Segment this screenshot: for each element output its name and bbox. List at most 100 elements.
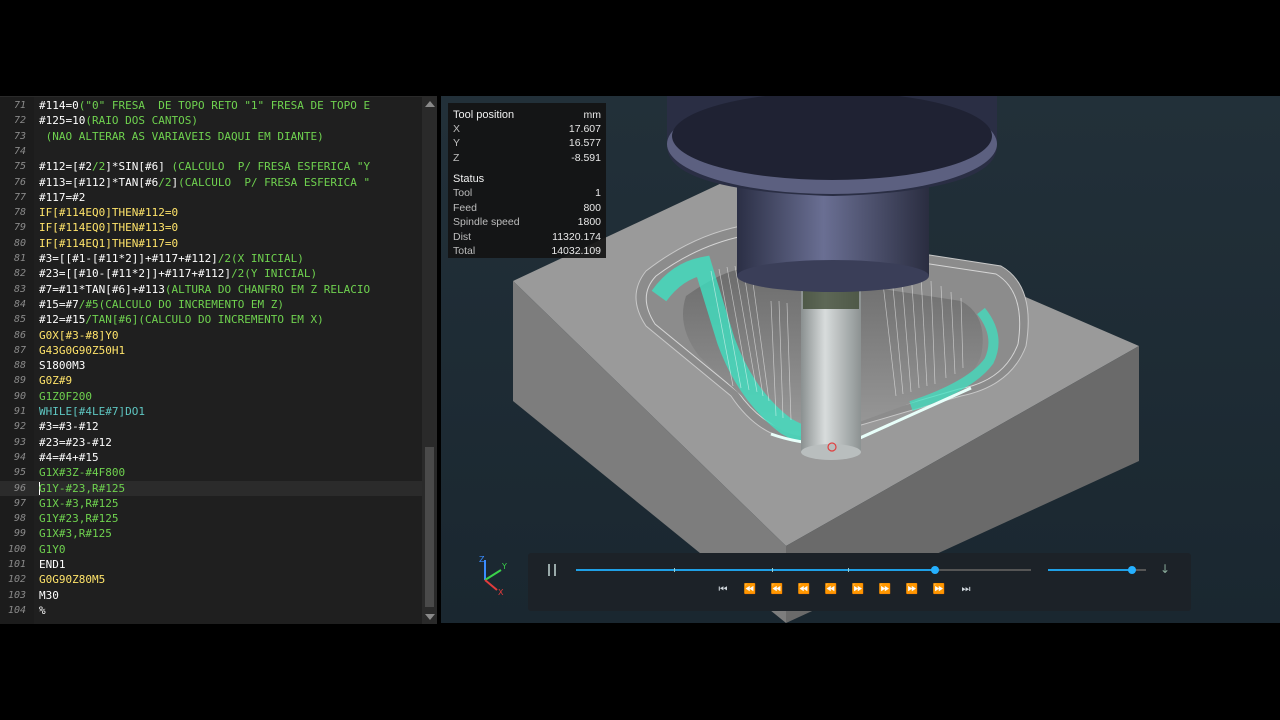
line-number: 98 xyxy=(13,513,26,525)
code-token: M30 xyxy=(39,588,59,602)
line-number: 78 xyxy=(13,207,26,219)
line-number: 92 xyxy=(13,421,26,433)
spindle-speed-label: Spindle speed xyxy=(453,216,520,228)
line-code: #7=#11*TAN[#6]+#113(ALTURA DO CHANFRO EM… xyxy=(39,282,370,297)
scrollbar-thumb[interactable] xyxy=(425,447,434,607)
rewind-icon[interactable]: ⏪ xyxy=(821,583,841,597)
code-line[interactable]: 79 IF[#114EQ0]THEN#113=0 xyxy=(0,220,422,235)
code-line[interactable]: 80 IF[#114EQ1]THEN#117=0 xyxy=(0,236,422,251)
line-code: #112=[#2/2]*SIN[#6] (CALCULO P/ FRESA ES… xyxy=(39,159,370,174)
code-line[interactable]: 87 G43G0G90Z50H1 xyxy=(0,343,422,358)
line-number: 84 xyxy=(13,298,26,310)
fast-forward-icon[interactable]: ⏩ xyxy=(848,583,868,597)
code-line[interactable]: 71 #114=0("0" FRESA DE TOPO RETO "1" FRES… xyxy=(0,98,422,113)
rewind-icon[interactable]: ⏪ xyxy=(794,583,814,597)
progress-knob[interactable] xyxy=(931,566,940,574)
progress-tick xyxy=(848,568,849,572)
code-line[interactable]: 77 #117=#2 xyxy=(0,190,422,205)
progress-slider[interactable] xyxy=(576,566,1031,574)
code-line[interactable]: 85 #12=#15/TAN[#6](CALCULO DO INCREMENTO … xyxy=(0,312,422,327)
line-code: (NAO ALTERAR AS VARIAVEIS DAQUI EM DIANT… xyxy=(39,129,324,144)
code-line[interactable]: 91 WHILE[#4LE#7]DO1 xyxy=(0,404,422,419)
code-line[interactable]: 82 #23=[[#10-[#11*2]]+#117+#112]/2(Y INIC… xyxy=(0,266,422,281)
code-line[interactable]: 94 #4=#4+#15 xyxy=(0,450,422,465)
rewind-icon[interactable]: ⏪ xyxy=(740,583,760,597)
3d-viewport[interactable]: Tool position mm X 17.607 Y 16.577 Z -8.… xyxy=(441,96,1280,623)
code-line[interactable]: 103 M30 xyxy=(0,588,422,603)
line-code: G43G0G90Z50H1 xyxy=(39,343,125,358)
code-line[interactable]: 89 G0Z#9 xyxy=(0,373,422,388)
code-token: % xyxy=(39,603,46,617)
code-token: /TAN[#6](CALCULO DO INCREMENTO EM X) xyxy=(85,313,324,327)
skip-end-icon[interactable]: ⏭ xyxy=(956,583,976,597)
code-line[interactable]: 83 #7=#11*TAN[#6]+#113(ALTURA DO CHANFRO … xyxy=(0,282,422,297)
line-code: IF[#114EQ0]THEN#112=0 xyxy=(39,205,178,220)
code-token: G1Y#23,R#125 xyxy=(39,512,119,526)
code-line[interactable]: 84 #15=#7/#5(CALCULO DO INCREMENTO EM Z) xyxy=(0,297,422,312)
code-token: G1Z0F200 xyxy=(39,389,92,403)
axis-x-label: X xyxy=(498,588,504,596)
speed-knob[interactable] xyxy=(1128,566,1137,574)
y-value: 16.577 xyxy=(568,137,601,149)
code-token: #114=0 xyxy=(39,99,79,112)
gcode-editor[interactable]: 71 #114=0("0" FRESA DE TOPO RETO "1" FRES… xyxy=(0,96,437,624)
fast-forward-icon[interactable]: ⏩ xyxy=(929,583,949,597)
code-line[interactable]: 95 G1X#3Z-#4F800 xyxy=(0,465,422,480)
skip-start-icon[interactable]: ⏮ xyxy=(713,583,733,597)
line-number: 96 xyxy=(13,482,26,494)
rewind-icon[interactable]: ⏪ xyxy=(767,583,787,597)
line-code: G1Y#23,R#125 xyxy=(39,511,118,526)
feed-label: Feed xyxy=(453,202,477,214)
dist-label: Dist xyxy=(453,231,472,243)
code-line[interactable]: 72 #125=10(RAIO DOS CANTOS) xyxy=(0,113,422,128)
speed-slider[interactable] xyxy=(1048,566,1146,574)
line-number: 80 xyxy=(13,237,26,249)
code-line[interactable]: 86 G0X[#3-#8]Y0 xyxy=(0,328,422,343)
pause-button[interactable] xyxy=(546,564,558,576)
line-code: G1X#3,R#125 xyxy=(39,526,112,541)
code-token: #3=[[#1-[#11*2]]+#117+#112] xyxy=(39,252,218,265)
code-line[interactable]: 76 #113=[#112]*TAN[#6/2](CALCULO P/ FRESA… xyxy=(0,175,422,190)
status-label: Status xyxy=(453,173,485,185)
code-line[interactable]: 90 G1Z0F200 xyxy=(0,389,422,404)
line-code: #113=[#112]*TAN[#6/2](CALCULO P/ FRESA E… xyxy=(39,175,370,190)
code-line[interactable]: 73 (NAO ALTERAR AS VARIAVEIS DAQUI EM DI… xyxy=(0,129,422,144)
line-code: IF[#114EQ0]THEN#113=0 xyxy=(39,220,178,235)
y-row: Y 16.577 xyxy=(453,136,601,150)
scroll-down-icon[interactable] xyxy=(425,614,435,620)
code-line[interactable]: 88 S1800M3 xyxy=(0,358,422,373)
code-line[interactable]: 98 G1Y#23,R#125 xyxy=(0,511,422,526)
code-line[interactable]: 100 G1Y0 xyxy=(0,542,422,557)
code-line[interactable]: 99 G1X#3,R#125 xyxy=(0,526,422,541)
editor-scrollbar[interactable] xyxy=(422,97,437,624)
code-line[interactable]: 92 #3=#3-#12 xyxy=(0,419,422,434)
code-line[interactable]: 104% xyxy=(0,603,422,618)
progress-tick xyxy=(674,568,675,572)
line-number: 73 xyxy=(13,130,26,142)
unit-label: mm xyxy=(583,109,602,121)
line-code: WHILE[#4LE#7]DO1 xyxy=(39,404,145,419)
playback-bar: ↓ ⏮ ⏪ ⏪ ⏪ ⏪ ⏩ ⏩ ⏩ ⏩ ⏭ xyxy=(528,553,1191,611)
code-token: ("0" FRESA DE TOPO RETO "1" FRESA DE TOP… xyxy=(78,99,371,112)
download-icon[interactable]: ↓ xyxy=(1160,562,1170,576)
dist-row: Dist 11320.174 xyxy=(453,230,601,244)
code-line[interactable]: 74 xyxy=(0,144,422,159)
code-line[interactable]: 101 END1 xyxy=(0,557,422,572)
fast-forward-icon[interactable]: ⏩ xyxy=(875,583,895,597)
code-line[interactable]: 93 #23=#23-#12 xyxy=(0,435,422,450)
code-line[interactable]: 75 #112=[#2/2]*SIN[#6] (CALCULO P/ FRESA … xyxy=(0,159,422,174)
line-code: G1X#3Z-#4F800 xyxy=(39,465,125,480)
code-line[interactable]: 81 #3=[[#1-[#11*2]]+#117+#112]/2(X INICIA… xyxy=(0,251,422,266)
cnc-simulator: 71 #114=0("0" FRESA DE TOPO RETO "1" FRES… xyxy=(0,96,1280,624)
code-token: G1X#3,R#125 xyxy=(39,527,112,541)
code-line[interactable]: 78 IF[#114EQ0]THEN#112=0 xyxy=(0,205,422,220)
code-token: IF[#114EQ1]THEN#117=0 xyxy=(39,236,179,250)
line-code: G1Z0F200 xyxy=(39,389,92,404)
fast-forward-icon[interactable]: ⏩ xyxy=(902,583,922,597)
scroll-up-icon[interactable] xyxy=(425,101,435,107)
code-line[interactable]: 97 G1X-#3,R#125 xyxy=(0,496,422,511)
code-token: G0X[#3-#8]Y0 xyxy=(39,328,119,342)
code-line[interactable]: 102 G0G90Z80M5 xyxy=(0,572,422,587)
code-line[interactable]: 96 G1Y-#23,R#125 xyxy=(0,480,422,496)
code-token: END1 xyxy=(39,558,66,571)
